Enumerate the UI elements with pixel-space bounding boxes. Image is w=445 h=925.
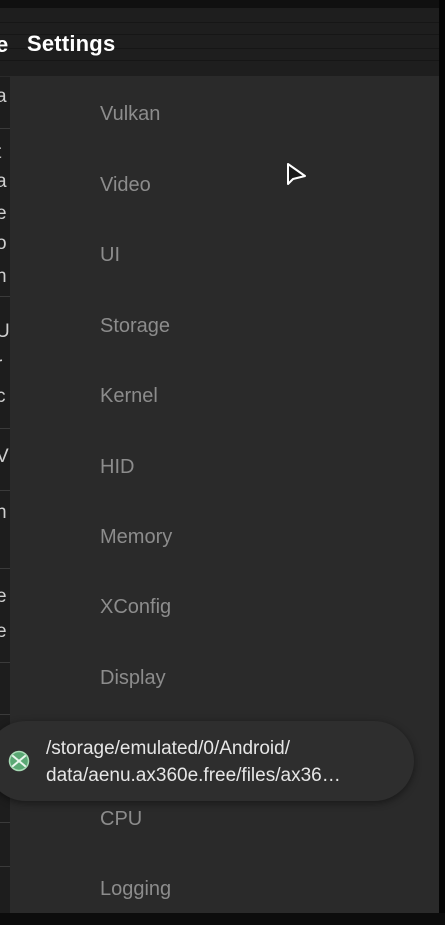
menu-item-hid[interactable]: HID (100, 447, 134, 487)
menu-item-video[interactable]: Video (100, 165, 151, 205)
bg-text-fragment: e (0, 586, 7, 607)
xbox-logo-icon (8, 750, 30, 772)
device-frame-bottom (0, 913, 445, 925)
page-title: Settings (27, 31, 116, 56)
bg-text-fragment: o (0, 233, 7, 254)
menu-item-cpu[interactable]: CPU (100, 799, 142, 839)
mouse-pointer-icon (287, 163, 306, 185)
toast-line-1: /storage/emulated/0/Android/ (46, 738, 290, 759)
bg-text-fragment: c (0, 386, 6, 407)
app-bar-edge-fragment: e (0, 32, 9, 57)
toast-line-2: data/aenu.ax360e.free/files/ax36… (46, 765, 341, 786)
bg-text-fragment: a (0, 86, 7, 107)
toast-message: /storage/emulated/0/Android/ data/aenu.a… (46, 735, 396, 789)
menu-item-storage[interactable]: Storage (100, 306, 170, 346)
menu-item-vulkan[interactable]: Vulkan (100, 94, 160, 134)
menu-item-xconfig[interactable]: XConfig (100, 587, 171, 627)
bg-text-fragment: e (0, 203, 7, 224)
menu-item-logging[interactable]: Logging (100, 869, 171, 909)
bg-text-fragment: t (0, 142, 1, 164)
bg-text-fragment: e (0, 621, 7, 642)
device-frame-right (439, 0, 445, 925)
menu-item-ui[interactable]: UI (100, 235, 120, 275)
menu-item-kernel[interactable]: Kernel (100, 376, 158, 416)
bg-text-fragment: U (0, 321, 10, 342)
device-frame-top (0, 0, 445, 8)
screen: a t a e o n U r c V n e e e Settings Vul… (0, 0, 445, 925)
bg-text-fragment: r (0, 354, 2, 376)
bg-text-fragment: n (0, 502, 7, 523)
app-bar: e Settings (0, 8, 439, 77)
menu-item-memory[interactable]: Memory (100, 517, 172, 557)
bg-text-fragment: V (0, 446, 9, 467)
path-toast: /storage/emulated/0/Android/ data/aenu.a… (0, 721, 414, 801)
bg-text-fragment: a (0, 171, 7, 192)
bg-text-fragment: n (0, 266, 7, 287)
menu-item-display[interactable]: Display (100, 658, 166, 698)
